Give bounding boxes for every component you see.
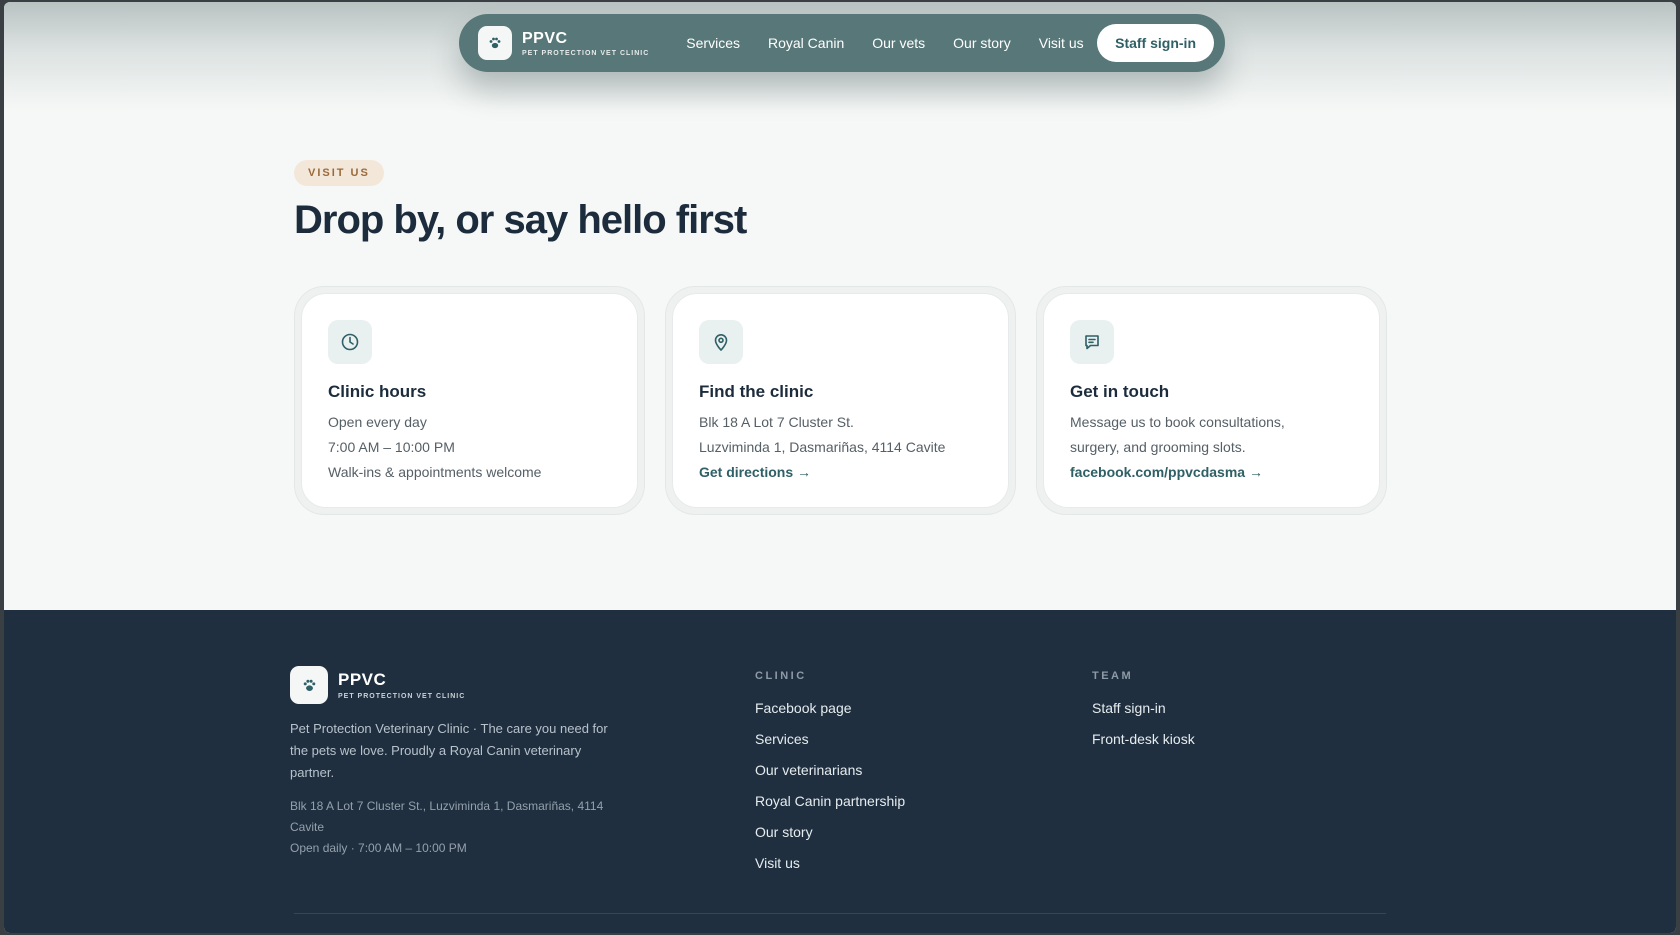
facebook-link[interactable]: facebook.com/ppvcdasma → — [1070, 464, 1353, 480]
nav-link-visit-us[interactable]: Visit us — [1039, 35, 1084, 51]
top-nav: PPVC PET PROTECTION VET CLINIC Services … — [459, 14, 1225, 72]
footer-brand: PPVC PET PROTECTION VET CLINIC — [290, 666, 465, 704]
card-title: Find the clinic — [699, 382, 814, 401]
nav-links: Services Royal Canin Our vets Our story … — [686, 35, 1083, 51]
footer-divider — [294, 913, 1386, 914]
card-find-clinic: Find the clinic Blk 18 A Lot 7 Cluster S… — [665, 286, 1016, 515]
footer-col-heading: TEAM — [1092, 670, 1134, 682]
footer-address: Blk 18 A Lot 7 Cluster St., Luzviminda 1… — [290, 799, 604, 834]
card-get-in-touch: Get in touch Message us to book consulta… — [1036, 286, 1387, 515]
footer-brand-text: PPVC PET PROTECTION VET CLINIC — [338, 670, 465, 700]
page-title: Drop by, or say hello first — [294, 198, 747, 242]
footer-brand-name: PPVC — [338, 670, 387, 689]
footer-col-team: TEAM Staff sign-in Front-desk kiosk — [1092, 670, 1195, 747]
footer-link-veterinarians[interactable]: Our veterinarians — [755, 763, 905, 778]
footer-link-royal-canin[interactable]: Royal Canin partnership — [755, 794, 905, 809]
nav-link-our-vets[interactable]: Our vets — [872, 35, 925, 51]
get-directions-link[interactable]: Get directions → — [699, 464, 982, 480]
clock-icon — [328, 320, 372, 364]
footer-link-facebook[interactable]: Facebook page — [755, 701, 905, 716]
card-line: Luzviminda 1, Dasmariñas, 4114 Cavite — [699, 439, 946, 455]
page: PPVC PET PROTECTION VET CLINIC Services … — [4, 2, 1676, 933]
footer-link-staff-signin[interactable]: Staff sign-in — [1092, 701, 1195, 716]
footer-brand-tagline: PET PROTECTION VET CLINIC — [338, 693, 466, 700]
footer-description: Pet Protection Veterinary Clinic · The c… — [290, 721, 608, 780]
card-body: Clinic hours Open every day 7:00 AM – 10… — [301, 293, 638, 508]
paw-icon — [489, 37, 501, 49]
card-line: Walk-ins & appointments welcome — [328, 464, 542, 480]
card-line: surgery, and grooming slots. — [1070, 439, 1246, 455]
card-body: Get in touch Message us to book consulta… — [1043, 293, 1380, 508]
footer-address-block: Blk 18 A Lot 7 Cluster St., Luzviminda 1… — [290, 796, 620, 859]
footer-col-clinic: CLINIC Facebook page Services Our veteri… — [755, 670, 905, 871]
footer-link-visit-us[interactable]: Visit us — [755, 856, 905, 871]
card-clinic-hours: Clinic hours Open every day 7:00 AM – 10… — [294, 286, 645, 515]
footer-logo[interactable] — [290, 666, 328, 704]
footer: PPVC PET PROTECTION VET CLINIC Pet Prote… — [4, 610, 1676, 933]
brand: PPVC PET PROTECTION VET CLINIC — [522, 30, 649, 57]
card-line: Message us to book consultations, — [1070, 414, 1285, 430]
map-pin-icon — [699, 320, 743, 364]
staff-signin-button[interactable]: Staff sign-in — [1097, 24, 1214, 62]
card-line: Open every day — [328, 414, 427, 430]
footer-link-services[interactable]: Services — [755, 732, 905, 747]
card-line: 7:00 AM – 10:00 PM — [328, 439, 455, 455]
footer-hours: Open daily · 7:00 AM – 10:00 PM — [290, 841, 467, 855]
paw-icon — [303, 679, 315, 691]
brand-tagline: PET PROTECTION VET CLINIC — [522, 49, 650, 57]
logo[interactable] — [478, 26, 512, 60]
card-body: Find the clinic Blk 18 A Lot 7 Cluster S… — [672, 293, 1009, 508]
footer-link-kiosk[interactable]: Front-desk kiosk — [1092, 732, 1195, 747]
footer-link-our-story[interactable]: Our story — [755, 825, 905, 840]
footer-col-heading: CLINIC — [755, 670, 807, 682]
info-cards: Clinic hours Open every day 7:00 AM – 10… — [294, 286, 1387, 515]
card-title: Get in touch — [1070, 382, 1170, 401]
eyebrow-badge: VISIT US — [294, 160, 384, 186]
nav-link-services[interactable]: Services — [686, 35, 740, 51]
card-title: Clinic hours — [328, 382, 427, 401]
card-line: Blk 18 A Lot 7 Cluster St. — [699, 414, 854, 430]
chat-icon — [1070, 320, 1114, 364]
brand-name: PPVC — [522, 29, 568, 47]
nav-link-our-story[interactable]: Our story — [953, 35, 1011, 51]
nav-link-royal-canin[interactable]: Royal Canin — [768, 35, 844, 51]
